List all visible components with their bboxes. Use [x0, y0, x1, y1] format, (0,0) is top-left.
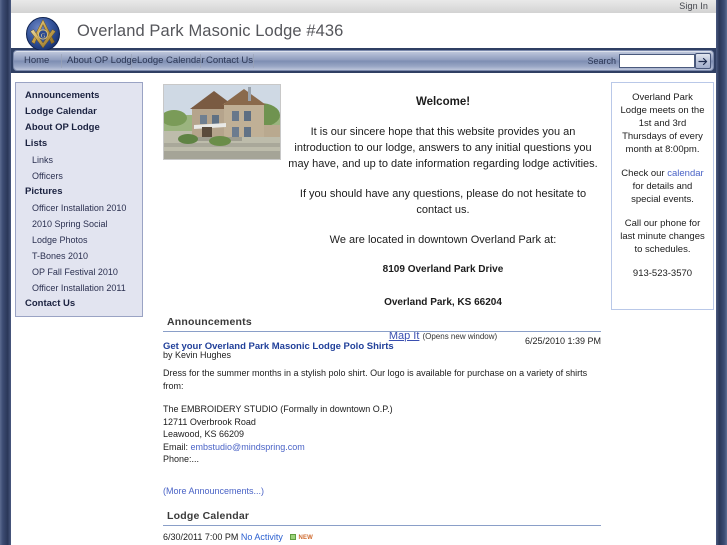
announcement-date: 6/25/2010 1:39 PM	[524, 336, 601, 346]
calendar-divider	[163, 525, 601, 526]
page-root: Sign In G Overland Park Masonic Lodge #4…	[0, 0, 727, 545]
search-label: Search	[587, 56, 616, 66]
calendar-note-suffix: for details and special events.	[631, 181, 694, 205]
announcement-body: Dress for the summer months in a stylish…	[163, 367, 601, 466]
welcome-heading: Welcome!	[415, 96, 471, 108]
calendar-event-title-link[interactable]: No Activity	[241, 532, 283, 542]
announcements-webpart: Announcements Get your Overland Park Mas…	[163, 316, 601, 499]
new-badge-label: NEW	[298, 535, 314, 541]
announcement-title-link[interactable]: Get your Overland Park Masonic Lodge Pol…	[163, 341, 394, 352]
sidebar-item-announcements[interactable]: Announcements	[16, 88, 142, 104]
sidebar-item-op-fall-festival-2010[interactable]: OP Fall Festival 2010	[16, 264, 142, 280]
nav-separator-2	[131, 54, 132, 68]
search-input[interactable]	[619, 54, 695, 68]
announcement-phone-row: Phone:...	[163, 454, 200, 464]
sidebar-item-lodge-photos[interactable]: Lodge Photos	[16, 232, 142, 248]
sidebar-item-t-bones-2010[interactable]: T-Bones 2010	[16, 248, 142, 264]
sidebar-item-2010-spring-social[interactable]: 2010 Spring Social	[16, 216, 142, 232]
announcements-section-title: Announcements	[167, 316, 252, 328]
calendar-note: Check our calendar for details and speci…	[618, 167, 707, 206]
announcement-email-row: Email: embstudio@mindspring.com	[163, 441, 601, 454]
page-title: Overland Park Masonic Lodge #436	[77, 22, 344, 40]
email-link[interactable]: embstudio@mindspring.com	[191, 442, 305, 452]
nav-item-about-op-lodge[interactable]: About OP Lodge	[67, 55, 137, 66]
calendar-note-prefix: Check our	[621, 168, 668, 179]
top-bar: Sign In	[11, 0, 716, 13]
welcome-paragraph-1: It is our sincere hope that this website…	[288, 126, 598, 170]
announcement-body-spacer	[163, 392, 601, 403]
email-label: Email:	[163, 441, 189, 452]
sign-in-link[interactable]: Sign In	[679, 1, 708, 11]
nav-item-contact-us[interactable]: Contact Us	[206, 55, 253, 66]
content-canvas: Announcements Lodge Calendar About OP Lo…	[11, 73, 716, 545]
lodge-building-photo	[163, 84, 281, 160]
main-navigation-bar: Home About OP Lodge Lodge Calendar Conta…	[13, 50, 714, 71]
announcements-divider	[163, 331, 601, 332]
calendar-event-datetime: 6/30/2011 7:00 PM	[163, 532, 239, 542]
nav-separator-4	[253, 54, 254, 68]
announcement-body-line-1: Dress for the summer months in a stylish…	[163, 368, 588, 391]
address-line-1: 8109 Overland Park Drive	[382, 264, 504, 275]
phone-note: Call our phone for last minute changes t…	[620, 218, 705, 255]
new-item-icon: NEW	[290, 534, 313, 541]
announcement-body-line-4: Leawood, KS 66209	[163, 429, 245, 439]
phone-number: 913-523-3570	[632, 268, 693, 279]
announcement-body-line-2: The EMBROIDERY STUDIO (Formally in downt…	[163, 404, 393, 414]
sidebar-item-lists[interactable]: Lists	[16, 136, 142, 152]
meeting-schedule-text: Overland Park Lodge meets on the 1st and…	[620, 92, 705, 155]
more-announcements-link[interactable]: (More Announcements...)	[163, 486, 264, 496]
site-header: G Overland Park Masonic Lodge #436	[11, 13, 716, 51]
sidebar-item-officer-installation-2011[interactable]: Officer Installation 2011	[16, 280, 142, 296]
svg-text:G: G	[41, 33, 46, 39]
calendar-link[interactable]: calendar	[667, 168, 703, 179]
nav-separator-1	[61, 54, 62, 68]
sidebar-item-contact-us[interactable]: Contact Us	[16, 296, 142, 312]
sidebar-item-officers[interactable]: Officers	[16, 168, 142, 184]
calendar-row: 6/30/2011 7:00 PM No Activity NEW	[163, 532, 601, 542]
nav-separator-3	[200, 54, 201, 68]
sidebar-item-officer-installation-2010[interactable]: Officer Installation 2010	[16, 200, 142, 216]
window-right-frame	[716, 0, 727, 545]
announcement-header: Get your Overland Park Masonic Lodge Pol…	[163, 336, 601, 352]
sidebar-item-pictures[interactable]: Pictures	[16, 184, 142, 200]
window-left-frame	[0, 0, 11, 545]
address-line-2: Overland Park, KS 66204	[384, 297, 502, 308]
announcement-item: Get your Overland Park Masonic Lodge Pol…	[163, 336, 601, 499]
sidebar-item-lodge-calendar[interactable]: Lodge Calendar	[16, 104, 142, 120]
meeting-info-panel: Overland Park Lodge meets on the 1st and…	[611, 82, 714, 310]
search-submit-arrow-icon[interactable]	[695, 53, 711, 69]
announcement-body-line-3: 12711 Overbrook Road	[163, 416, 256, 427]
welcome-paragraph-3: We are located in downtown Overland Park…	[329, 234, 557, 246]
nav-item-home[interactable]: Home	[24, 55, 49, 66]
calendar-section-title: Lodge Calendar	[167, 510, 250, 522]
sidebar-item-links[interactable]: Links	[16, 152, 142, 168]
welcome-paragraph-2: If you should have any questions, please…	[299, 188, 587, 216]
nav-item-lodge-calendar[interactable]: Lodge Calendar	[137, 55, 205, 66]
lodge-calendar-webpart: Lodge Calendar 6/30/2011 7:00 PM No Acti…	[163, 510, 601, 542]
sidebar-item-about-op-lodge[interactable]: About OP Lodge	[16, 120, 142, 136]
quick-launch-sidebar: Announcements Lodge Calendar About OP Lo…	[15, 82, 143, 317]
